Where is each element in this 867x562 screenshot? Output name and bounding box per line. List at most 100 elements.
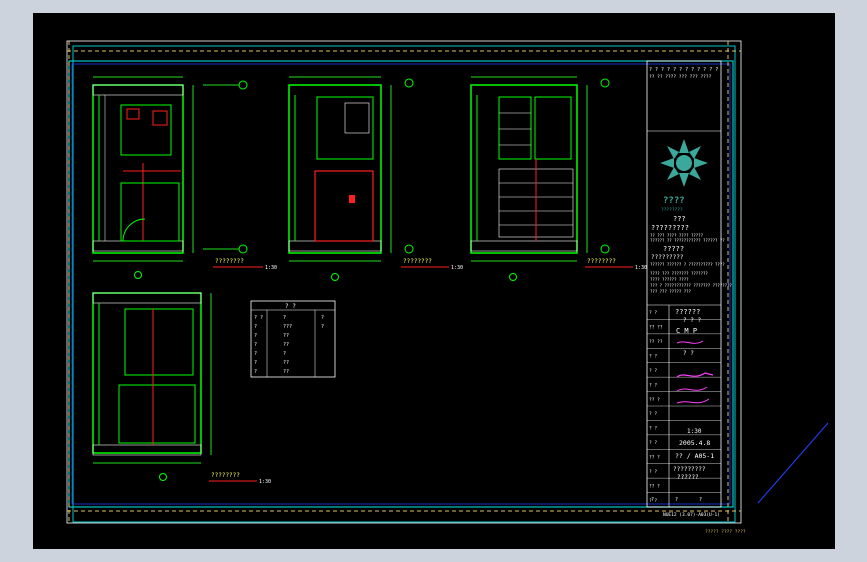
legend-row-desc: ??? bbox=[283, 324, 292, 330]
legend-row-symbol: ? bbox=[254, 333, 257, 339]
company-en-2: ?????? ?? ??????????? ?????? ?? bbox=[650, 238, 725, 243]
logo-petal bbox=[679, 173, 689, 187]
legend-row-desc: ?? bbox=[283, 369, 289, 375]
plan-3-cabinet bbox=[534, 96, 572, 160]
title-block-field-label: ? ? bbox=[649, 426, 657, 432]
sheet-paper-frame bbox=[66, 40, 742, 524]
legend-row-symbol: ? bbox=[254, 369, 257, 375]
plan-1-label: ???????? bbox=[215, 258, 244, 265]
plan-2-bottom-hatch bbox=[288, 240, 382, 252]
plan-1-room bbox=[120, 182, 180, 242]
plan-3-grid-bubble bbox=[600, 78, 610, 88]
title-block-field-label: ? ? bbox=[649, 354, 657, 360]
plan-1-red-fixture bbox=[126, 108, 140, 120]
title-block-field-label: ?? ? bbox=[649, 483, 660, 489]
company-line: ????????? bbox=[651, 224, 689, 232]
project-cn: ????? bbox=[663, 245, 684, 253]
footer-code: NUE12 (3.07)-A03(U-1) bbox=[663, 512, 720, 518]
title-block-field-label: ?? ?? bbox=[649, 325, 663, 331]
blue-diagonal-line bbox=[757, 422, 829, 504]
plan-2-red-marker bbox=[349, 195, 355, 203]
legend-row-desc: ?? bbox=[283, 360, 289, 366]
title-block-notes: ???? ??? ??????? ??????????? ?????? ????… bbox=[650, 271, 732, 294]
plan-view-4[interactable]: ???????? 1:30 bbox=[92, 292, 271, 485]
plan-view-1[interactable]: ???????? 1:30 bbox=[92, 76, 277, 279]
plan-2-red-room bbox=[314, 170, 374, 242]
plan-4-axis-bubble bbox=[159, 473, 167, 481]
plan-3-grid-bubble-2 bbox=[600, 244, 610, 254]
title-block-field-label: ? ? bbox=[649, 310, 657, 316]
title-block-bottom-cell: ? bbox=[651, 497, 654, 503]
logo-petal bbox=[689, 167, 701, 180]
legend-table[interactable]: ? ? ? ?????????????????????? bbox=[250, 300, 336, 378]
plan-view-2[interactable]: ???????? 1:30 bbox=[288, 76, 463, 281]
stage-letters: C M P bbox=[676, 327, 697, 335]
title-block-bottom-cells: ??? bbox=[651, 497, 702, 503]
plan-4-walls bbox=[92, 292, 202, 454]
logo-text: ???? bbox=[663, 196, 685, 206]
legend-row-symbol: ? bbox=[254, 351, 257, 357]
signature-2 bbox=[676, 372, 714, 378]
legend-row-symbol: ? ? bbox=[254, 315, 263, 321]
title-block-field-label: ? ? bbox=[649, 411, 657, 417]
legend-row-desc: ?? bbox=[283, 333, 289, 339]
plan-view-3[interactable]: ???????? 1:30 bbox=[470, 76, 647, 281]
company-cn: ??? bbox=[673, 215, 686, 223]
sheet-number: ?? / A05-1 bbox=[675, 452, 714, 460]
plan-1-scale: 1:30 bbox=[265, 265, 277, 271]
logo-center bbox=[676, 155, 692, 171]
plan-1-red-fixture-2 bbox=[152, 110, 168, 126]
plan-4-fixture-block bbox=[124, 308, 194, 376]
logo-petal bbox=[679, 139, 689, 153]
legend-row-symbol: ? bbox=[254, 342, 257, 348]
plan-3-axis-bubble bbox=[509, 273, 517, 281]
plan-2-walls bbox=[288, 84, 382, 254]
title-block-field-label: ? ? bbox=[649, 368, 657, 374]
project-cn-2: ????????? bbox=[651, 254, 684, 261]
cad-viewport[interactable]: ???????? 1:30 ???????? 1:30 ???????? 1:3… bbox=[33, 13, 835, 549]
design-mark: ? ? bbox=[683, 350, 694, 357]
drawing-title: ?????? bbox=[675, 308, 700, 316]
logo-petal bbox=[667, 167, 679, 180]
legend-row-symbol: ? bbox=[254, 360, 257, 366]
legend-rows: ? ?????????????????????? bbox=[254, 315, 324, 375]
plan-3-scale: 1:30 bbox=[635, 265, 647, 271]
drawing-name: ????????? bbox=[673, 466, 706, 473]
plan-1-grid-bubble-2 bbox=[238, 244, 248, 254]
signature-1 bbox=[676, 340, 704, 344]
legend-row-note: ? bbox=[321, 324, 324, 330]
plan-1-grid-bubble bbox=[238, 80, 248, 90]
company-logo: ???? ???????? bbox=[660, 139, 708, 213]
plan-1-walls bbox=[92, 84, 184, 254]
drawing-sub-title: ? ? ? bbox=[683, 317, 701, 324]
plan-3-label: ???????? bbox=[587, 258, 616, 265]
plan-1-top-hatch bbox=[92, 84, 184, 96]
title-block-note: ??? ? ??????????? ??????? ???????? bbox=[650, 283, 732, 288]
title-block-bottom-cell: ? bbox=[699, 497, 702, 503]
title-block-note: ???? ??? ??????? ??????? bbox=[650, 271, 708, 276]
title-block-field-label: ? ? bbox=[649, 382, 657, 388]
logo-petal bbox=[660, 158, 674, 168]
title-header-q: ? ? ? ? ? ? ? ? ? ? ? ? bbox=[649, 67, 718, 73]
title-block-field-label: ?? ?? bbox=[649, 339, 663, 345]
legend-frame bbox=[250, 300, 336, 378]
title-block[interactable]: ? ? ? ? ? ? ? ? ? ? ? ? ?? ?? ???? ??? ?… bbox=[646, 60, 732, 508]
title-block-note: ???? ?????? ???? bbox=[650, 277, 689, 282]
plan-2-cabinet bbox=[344, 102, 370, 134]
plan-1-bottom-hatch bbox=[92, 240, 184, 252]
plan-4-room bbox=[118, 384, 196, 444]
plan-4-label: ???????? bbox=[211, 472, 240, 479]
legend-title: ? ? bbox=[285, 303, 296, 310]
plan-2-axis-bubble bbox=[331, 273, 339, 281]
scale-value: 1:30 bbox=[687, 428, 702, 435]
logo-petal bbox=[694, 158, 708, 168]
legend-row-desc: ? bbox=[283, 315, 286, 321]
drawing-name-2: ?????? bbox=[677, 474, 699, 481]
legend-row-desc: ?? bbox=[283, 342, 289, 348]
signature-3 bbox=[676, 386, 708, 392]
corner-text: ????? ???? ???? bbox=[705, 529, 746, 535]
cad-drawing: ???????? 1:30 ???????? 1:30 ???????? 1:3… bbox=[66, 40, 829, 535]
plan-1-axis-bubble bbox=[134, 271, 142, 279]
plan-4-scale: 1:30 bbox=[259, 479, 271, 485]
logo-petal bbox=[689, 146, 701, 159]
